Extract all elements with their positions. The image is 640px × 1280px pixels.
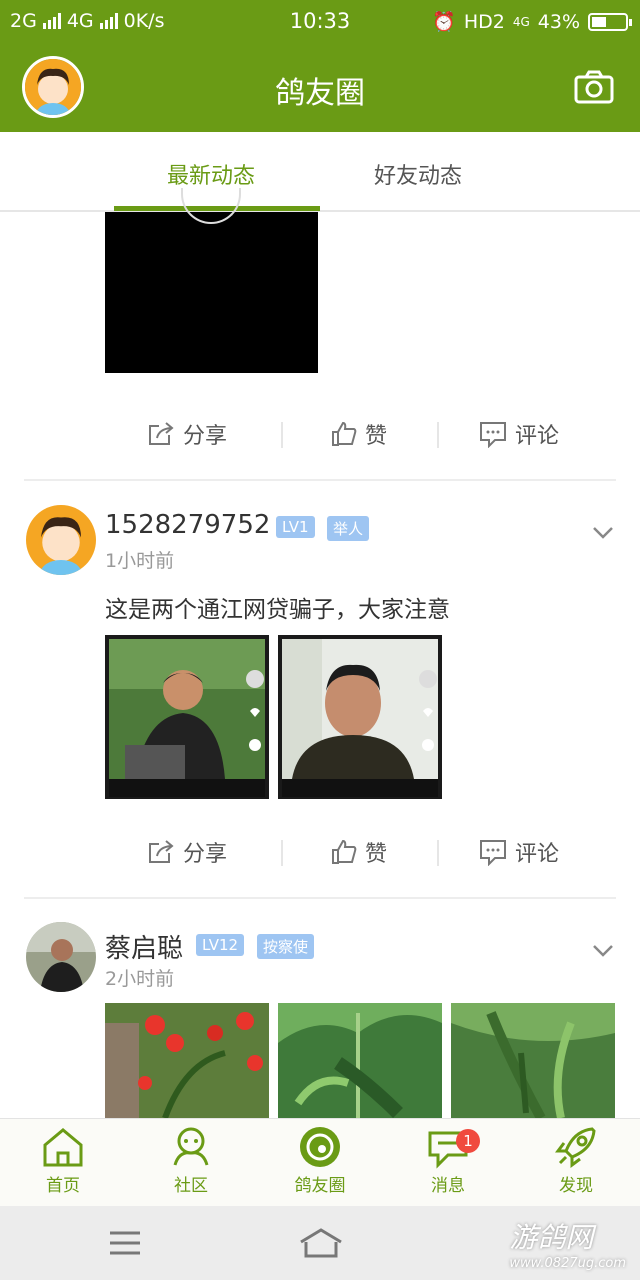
home-icon	[43, 1128, 83, 1167]
divider	[281, 422, 283, 448]
level-badge: LV12	[196, 934, 245, 956]
post-image[interactable]	[278, 1003, 442, 1118]
post-username[interactable]: 蔡启聪	[105, 928, 183, 965]
title-badge: 举人	[327, 516, 370, 541]
bottom-nav: 首页 社区 鸽友圈 消息 1 发现	[0, 1118, 640, 1206]
comment-icon	[480, 422, 506, 448]
post-divider	[24, 479, 616, 481]
comment-icon	[480, 840, 506, 866]
nav-pigeon-circle[interactable]: 鸽友圈	[270, 1125, 370, 1196]
notification-badge: 1	[456, 1129, 480, 1153]
chevron-down-icon[interactable]	[592, 944, 614, 958]
app-bar: 鸽友圈	[0, 44, 640, 132]
post-image[interactable]	[105, 635, 269, 799]
post-actions: 分享 赞 评论	[0, 828, 640, 878]
community-icon	[173, 1127, 209, 1166]
comment-button[interactable]: 评论	[479, 418, 559, 450]
share-icon	[149, 840, 174, 863]
post-username[interactable]: 1528279752	[105, 510, 270, 540]
feed-tabs: 最新动态 好友动态	[0, 132, 640, 212]
comment-button[interactable]: 评论	[479, 836, 559, 868]
post-divider	[24, 897, 616, 899]
pigeon-circle-icon	[300, 1127, 340, 1167]
post-image[interactable]	[105, 1003, 269, 1118]
share-icon	[149, 422, 174, 445]
post-time: 2小时前	[105, 968, 175, 990]
nav-home[interactable]: 首页	[13, 1125, 113, 1196]
rocket-icon	[555, 1127, 596, 1168]
battery-percent: 43%	[537, 10, 580, 33]
share-button[interactable]: 分享	[147, 836, 227, 868]
app-title: 鸽友圈	[275, 76, 365, 111]
nav-discover[interactable]: 发现	[526, 1125, 626, 1196]
level-badge: LV1	[276, 516, 315, 538]
like-button[interactable]: 赞	[331, 836, 387, 868]
share-button[interactable]: 分享	[147, 418, 227, 450]
post-avatar[interactable]	[26, 922, 96, 992]
hd-indicator: HD2	[463, 10, 505, 33]
nav-community[interactable]: 社区	[141, 1125, 241, 1196]
post-image[interactable]	[278, 635, 442, 799]
post-avatar[interactable]	[26, 505, 96, 575]
thumbs-up-icon	[332, 839, 357, 864]
title-badge: 按察使	[257, 934, 315, 959]
status-bar: 2G 4G 0K/s 10:33 ⏰ HD2 4G 43%	[0, 0, 640, 44]
menu-icon[interactable]	[108, 1230, 142, 1256]
thumbs-up-icon	[332, 421, 357, 446]
tab-friends[interactable]: 好友动态	[374, 158, 462, 190]
alarm-icon: ⏰	[432, 11, 456, 33]
network-4g-small: 4G	[512, 14, 530, 29]
divider	[437, 840, 439, 866]
divider	[281, 840, 283, 866]
camera-icon[interactable]	[574, 70, 614, 104]
post-text: 这是两个通江网贷骗子，大家注意	[105, 597, 450, 623]
chevron-down-icon[interactable]	[592, 526, 614, 540]
post-time: 1小时前	[105, 550, 175, 572]
post-actions: 分享 赞 评论	[0, 410, 640, 460]
tab-latest[interactable]: 最新动态	[167, 158, 255, 190]
divider	[437, 422, 439, 448]
battery-icon	[588, 12, 632, 31]
watermark-logo: 游鸽网 www.0827ug.com	[509, 1221, 626, 1271]
post-image[interactable]	[451, 1003, 615, 1118]
play-icon	[181, 188, 241, 224]
video-thumbnail[interactable]	[105, 188, 318, 373]
like-button[interactable]: 赞	[331, 418, 387, 450]
home-nav-icon[interactable]	[298, 1226, 344, 1260]
nav-messages[interactable]: 消息 1	[398, 1125, 498, 1196]
